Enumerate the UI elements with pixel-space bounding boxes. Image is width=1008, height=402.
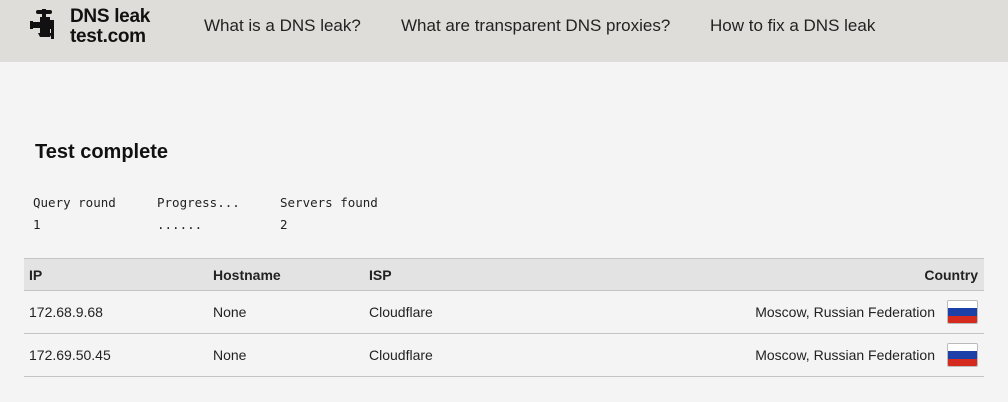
column-header-isp: ISP — [369, 267, 392, 283]
faucet-icon — [30, 9, 54, 39]
russia-flag-icon — [947, 300, 978, 324]
column-header-hostname: Hostname — [213, 267, 281, 283]
isp-cell: Cloudflare — [369, 347, 433, 363]
column-header-ip: IP — [29, 267, 43, 283]
hostname-cell: None — [213, 304, 247, 320]
logo-line-1: DNS leak — [70, 6, 150, 27]
servers-found-value: 2 — [280, 217, 288, 232]
ip-cell: 172.69.50.45 — [29, 347, 111, 363]
progress-value: ...... — [157, 217, 203, 232]
servers-found-label: Servers found — [280, 195, 378, 210]
site-logo[interactable]: DNS leak test.com — [30, 6, 162, 48]
table-row: 172.68.9.68 None Cloudflare Moscow, Russ… — [24, 291, 984, 334]
location-cell: Moscow, Russian Federation — [755, 304, 935, 320]
column-header-country: Country — [924, 267, 978, 283]
nav-how-to-fix[interactable]: How to fix a DNS leak — [710, 16, 875, 36]
russia-flag-icon — [947, 343, 978, 367]
table-row: 172.69.50.45 None Cloudflare Moscow, Rus… — [24, 334, 984, 377]
isp-cell: Cloudflare — [369, 304, 433, 320]
nav-transparent-dns-proxies[interactable]: What are transparent DNS proxies? — [401, 16, 670, 36]
hostname-cell: None — [213, 347, 247, 363]
query-round-label: Query round — [33, 195, 116, 210]
nav-what-is-dns-leak[interactable]: What is a DNS leak? — [204, 16, 361, 36]
top-navigation-bar: DNS leak test.com What is a DNS leak? Wh… — [0, 0, 1008, 62]
progress-label: Progress... — [157, 195, 240, 210]
location-cell: Moscow, Russian Federation — [755, 347, 935, 363]
table-header-row: IP Hostname ISP Country — [24, 258, 984, 291]
results-table: IP Hostname ISP Country 172.68.9.68 None… — [24, 258, 984, 377]
logo-text: DNS leak test.com — [70, 7, 150, 47]
logo-line-2: test.com — [70, 26, 146, 47]
page-title: Test complete — [35, 141, 168, 163]
ip-cell: 172.68.9.68 — [29, 304, 103, 320]
query-round-value: 1 — [33, 217, 41, 232]
